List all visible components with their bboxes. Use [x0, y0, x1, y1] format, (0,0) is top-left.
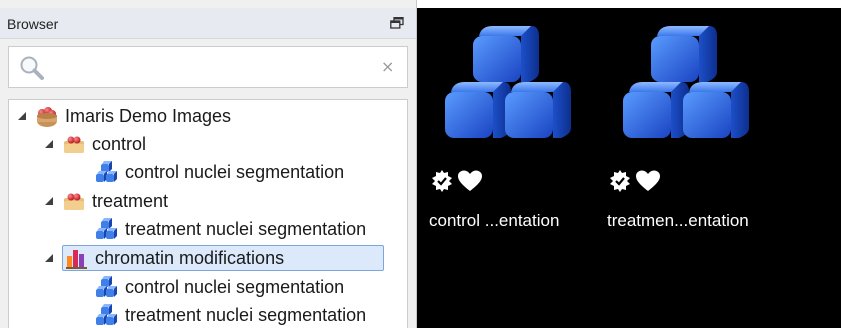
file-tree: Imaris Demo Images control control nucle… [8, 99, 408, 328]
search-input[interactable] [53, 55, 377, 81]
thumbnail-caption: treatmen...entation [607, 211, 749, 230]
tree-item-imaris-demo-images[interactable]: Imaris Demo Images [17, 103, 231, 129]
tree-item-label: Imaris Demo Images [65, 105, 232, 126]
dataset-cubes-icon [445, 26, 571, 138]
tree-item-control-nuclei-segmentation-2[interactable]: control nuclei segmentation [95, 274, 344, 300]
panel-title: Browser [7, 16, 59, 32]
folder-basket-icon [64, 136, 84, 153]
browser-panel: Browser × Imaris Demo Images control con… [0, 0, 417, 328]
dataset-cubes-icon [623, 26, 749, 138]
cubes-icon [96, 161, 117, 182]
verified-gear-icon [610, 170, 630, 192]
expand-arrow-icon[interactable] [44, 253, 54, 263]
tree-item-label: control [92, 133, 147, 154]
tree-item-label: control nuclei segmentation [125, 161, 345, 182]
search-box[interactable]: × [8, 46, 408, 88]
tree-item-treatment-nuclei-segmentation[interactable]: treatment nuclei segmentation [95, 216, 366, 242]
tree-item-label: treatment nuclei segmentation [125, 304, 367, 325]
tree-item-treatment-nuclei-segmentation-2[interactable]: treatment nuclei segmentation [95, 302, 366, 328]
bar-chart-icon [66, 250, 87, 269]
folder-basket-icon [64, 193, 84, 210]
thumbnail-badges [431, 170, 483, 192]
cubes-icon [96, 304, 117, 325]
tree-item-label: treatment [92, 190, 169, 211]
search-icon [20, 56, 44, 80]
tree-item-chromatin-modifications-group[interactable]: chromatin modifications [44, 245, 385, 271]
tree-item-control-nuclei-segmentation[interactable]: control nuclei segmentation [95, 159, 344, 185]
heart-icon [636, 170, 660, 191]
cubes-icon [96, 218, 117, 239]
float-window-icon[interactable] [390, 17, 404, 29]
tree-item-label: treatment nuclei segmentation [125, 218, 367, 239]
tree-item-control[interactable]: control [44, 131, 146, 157]
thumbnail-caption: control ...entation [429, 211, 560, 230]
clear-search-icon[interactable]: × [381, 57, 394, 76]
browser-header: Browser [0, 8, 416, 39]
tree-item-treatment[interactable]: treatment [44, 188, 168, 214]
heart-icon [458, 170, 482, 191]
expand-arrow-icon[interactable] [44, 139, 54, 149]
thumbnail-control-nuclei-segmentation[interactable]: control ...entation [429, 26, 599, 230]
thumbnail-treatment-nuclei-segmentation[interactable]: treatmen...entation [607, 26, 777, 230]
expand-arrow-icon[interactable] [17, 111, 27, 121]
expand-arrow-icon[interactable] [44, 196, 54, 206]
thumbnail-viewer: control ...entation treatmen...entation [417, 8, 841, 328]
verified-gear-icon [432, 170, 452, 192]
tree-item-chromatin-modifications[interactable]: chromatin modifications [62, 245, 385, 271]
tree-item-label: control nuclei segmentation [125, 276, 345, 297]
tree-item-label: chromatin modifications [95, 247, 285, 268]
cubes-icon [96, 276, 117, 297]
basket-icon [37, 107, 57, 127]
thumbnail-badges [609, 170, 661, 192]
